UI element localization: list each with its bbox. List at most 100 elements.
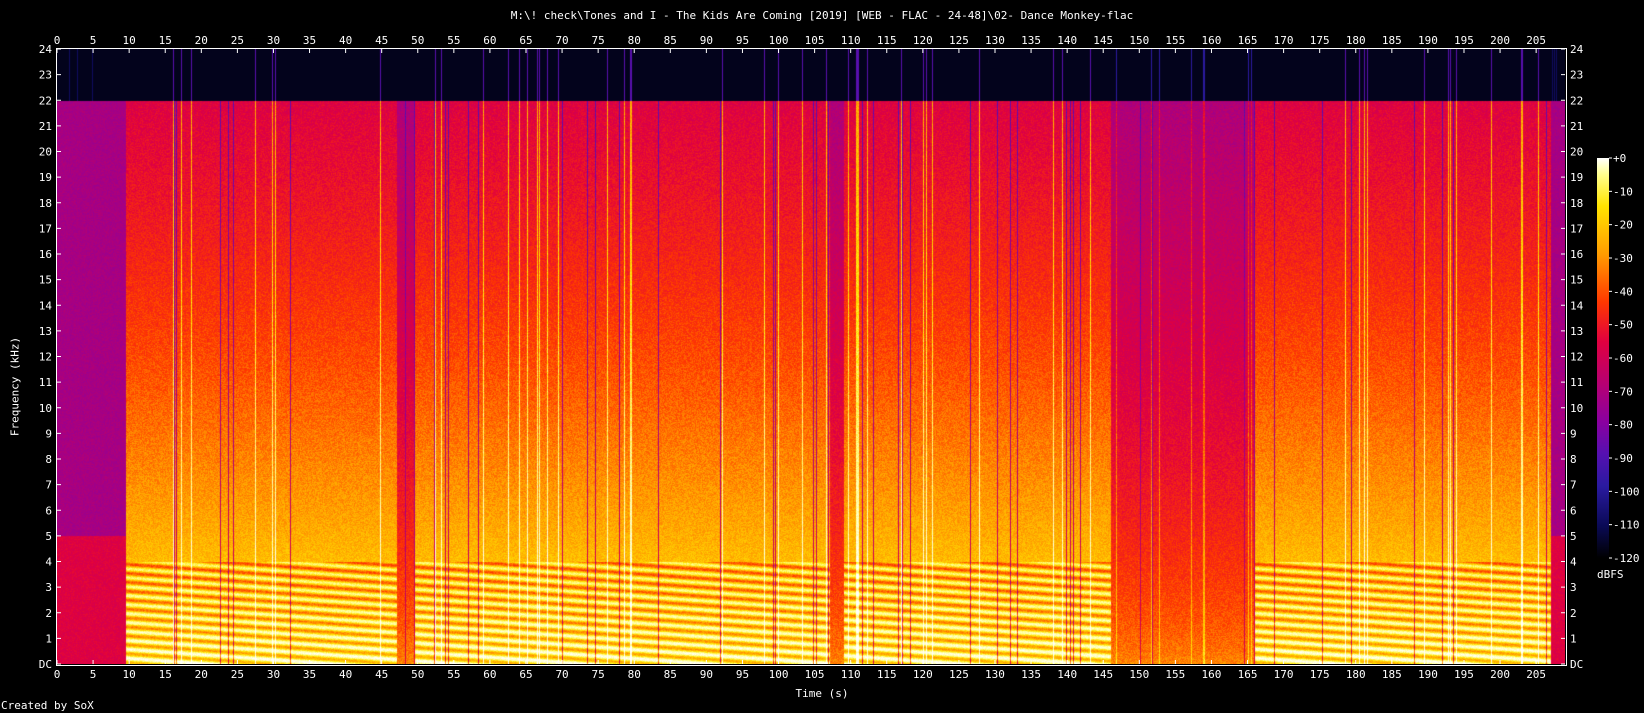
x-tick-label-top: 65 — [519, 34, 532, 47]
y-tick-label-left: 16 — [39, 248, 52, 261]
x-tick-label-top: 100 — [769, 34, 789, 47]
x-tick-label-top: 60 — [483, 34, 496, 47]
x-tick-label-top: 125 — [949, 34, 969, 47]
colorbar-tick-label: -80 — [1613, 419, 1633, 432]
y-tick-label-right: 21 — [1570, 120, 1583, 133]
x-tick-label-bottom: 200 — [1490, 668, 1510, 681]
y-axis-label: Frequency (kHz) — [8, 336, 22, 437]
x-tick-label-top: 95 — [736, 34, 749, 47]
x-tick-label-top: 5 — [90, 34, 97, 47]
x-tick-label-top: 30 — [267, 34, 280, 47]
y-tick-label-right: 17 — [1570, 222, 1583, 235]
colorbar-tick-label: -100 — [1613, 485, 1640, 498]
x-tick-label-bottom: 85 — [664, 668, 677, 681]
colorbar-tick-label: -10 — [1613, 185, 1633, 198]
y-tick-label-right: 5 — [1570, 530, 1577, 543]
x-tick-label-bottom: 5 — [90, 668, 97, 681]
x-tick-label-top: 40 — [339, 34, 352, 47]
y-tick-label-left: 9 — [45, 427, 52, 440]
x-tick-label-bottom: 45 — [375, 668, 388, 681]
x-tick-label-bottom: 175 — [1310, 668, 1330, 681]
y-tick-label-left: 6 — [45, 504, 52, 517]
x-tick-label-bottom: 135 — [1021, 668, 1041, 681]
x-tick-label-bottom: 70 — [555, 668, 568, 681]
y-tick-label-left: 2 — [45, 607, 52, 620]
x-tick-label-bottom: 145 — [1093, 668, 1113, 681]
x-tick-label-top: 15 — [159, 34, 172, 47]
x-tick-label-bottom: 155 — [1165, 668, 1185, 681]
y-tick-label-right: 13 — [1570, 325, 1583, 338]
y-tick-label-right: 19 — [1570, 171, 1583, 184]
x-tick-label-bottom: 205 — [1526, 668, 1546, 681]
y-tick-label-right: 3 — [1570, 581, 1577, 594]
y-tick-label-left: 21 — [39, 120, 52, 133]
colorbar-tick-label: -110 — [1613, 519, 1640, 532]
colorbar — [1597, 158, 1609, 558]
x-tick-label-bottom: 15 — [159, 668, 172, 681]
colorbar-tick-label: -120 — [1613, 552, 1640, 565]
y-tick-label-right: 12 — [1570, 351, 1583, 364]
x-tick-label-top: 70 — [555, 34, 568, 47]
y-tick-label-left: 7 — [45, 479, 52, 492]
y-tick-label-right: DC — [1570, 658, 1583, 671]
x-tick-label-top: 10 — [123, 34, 136, 47]
y-tick-label-right: 7 — [1570, 479, 1577, 492]
y-tick-label-left: DC — [39, 658, 52, 671]
x-tick-label-bottom: 125 — [949, 668, 969, 681]
x-tick-label-top: 120 — [913, 34, 933, 47]
colorbar-tick-label: -70 — [1613, 385, 1633, 398]
x-tick-label-top: 0 — [54, 34, 61, 47]
x-tick-label-bottom: 55 — [447, 668, 460, 681]
x-tick-label-bottom: 80 — [628, 668, 641, 681]
y-tick-label-left: 4 — [45, 556, 52, 569]
x-tick-label-top: 130 — [985, 34, 1005, 47]
x-tick-label-bottom: 110 — [841, 668, 861, 681]
x-tick-label-top: 160 — [1202, 34, 1222, 47]
y-tick-label-right: 20 — [1570, 146, 1583, 159]
x-tick-label-bottom: 195 — [1454, 668, 1474, 681]
colorbar-tick-label: -30 — [1613, 252, 1633, 265]
y-tick-label-right: 15 — [1570, 274, 1583, 287]
colorbar-tick-label: -60 — [1613, 352, 1633, 365]
x-tick-label-bottom: 60 — [483, 668, 496, 681]
x-tick-label-top: 25 — [231, 34, 244, 47]
x-tick-label-top: 190 — [1418, 34, 1438, 47]
x-tick-label-bottom: 100 — [769, 668, 789, 681]
x-tick-label-bottom: 160 — [1202, 668, 1222, 681]
x-tick-label-bottom: 25 — [231, 668, 244, 681]
x-tick-label-bottom: 190 — [1418, 668, 1438, 681]
y-tick-label-left: 13 — [39, 325, 52, 338]
y-tick-label-left: 8 — [45, 453, 52, 466]
x-tick-label-top: 90 — [700, 34, 713, 47]
colorbar-tick-label: -90 — [1613, 452, 1633, 465]
y-tick-label-right: 24 — [1570, 43, 1584, 56]
x-tick-label-top: 180 — [1346, 34, 1366, 47]
y-tick-label-left: 19 — [39, 171, 52, 184]
x-tick-label-top: 20 — [195, 34, 208, 47]
x-tick-label-bottom: 130 — [985, 668, 1005, 681]
colorbar-axis: +0 -10 -20 -30 -40 -50 -60 -70 -80 -90 -100 -110 -12… — [1609, 152, 1640, 565]
x-tick-label-bottom: 180 — [1346, 668, 1366, 681]
x-tick-label-bottom: 30 — [267, 668, 280, 681]
x-tick-label-bottom: 50 — [411, 668, 424, 681]
x-tick-label-top: 165 — [1238, 34, 1258, 47]
footer-credit: Created by SoX — [1, 699, 94, 712]
x-tick-label-top: 50 — [411, 34, 424, 47]
y-tick-label-right: 6 — [1570, 504, 1577, 517]
x-axis-label: Time (s) — [795, 687, 849, 700]
x-tick-label-top: 205 — [1526, 34, 1546, 47]
y-tick-label-left: 22 — [39, 94, 52, 107]
y-tick-label-right: 8 — [1570, 453, 1577, 466]
colorbar-tick-label: -50 — [1613, 319, 1633, 332]
spectrogram-heatmap — [57, 49, 1565, 664]
colorbar-tick-label: +0 — [1613, 152, 1626, 165]
x-tick-label-top: 115 — [877, 34, 897, 47]
y-tick-label-right: 11 — [1570, 376, 1583, 389]
y-tick-label-left: 5 — [45, 530, 52, 543]
y-tick-label-left: 24 — [39, 43, 53, 56]
x-tick-label-bottom: 120 — [913, 668, 933, 681]
y-tick-label-left: 15 — [39, 274, 52, 287]
x-tick-label-top: 110 — [841, 34, 861, 47]
y-tick-label-right: 1 — [1570, 632, 1577, 645]
y-tick-label-left: 11 — [39, 376, 52, 389]
